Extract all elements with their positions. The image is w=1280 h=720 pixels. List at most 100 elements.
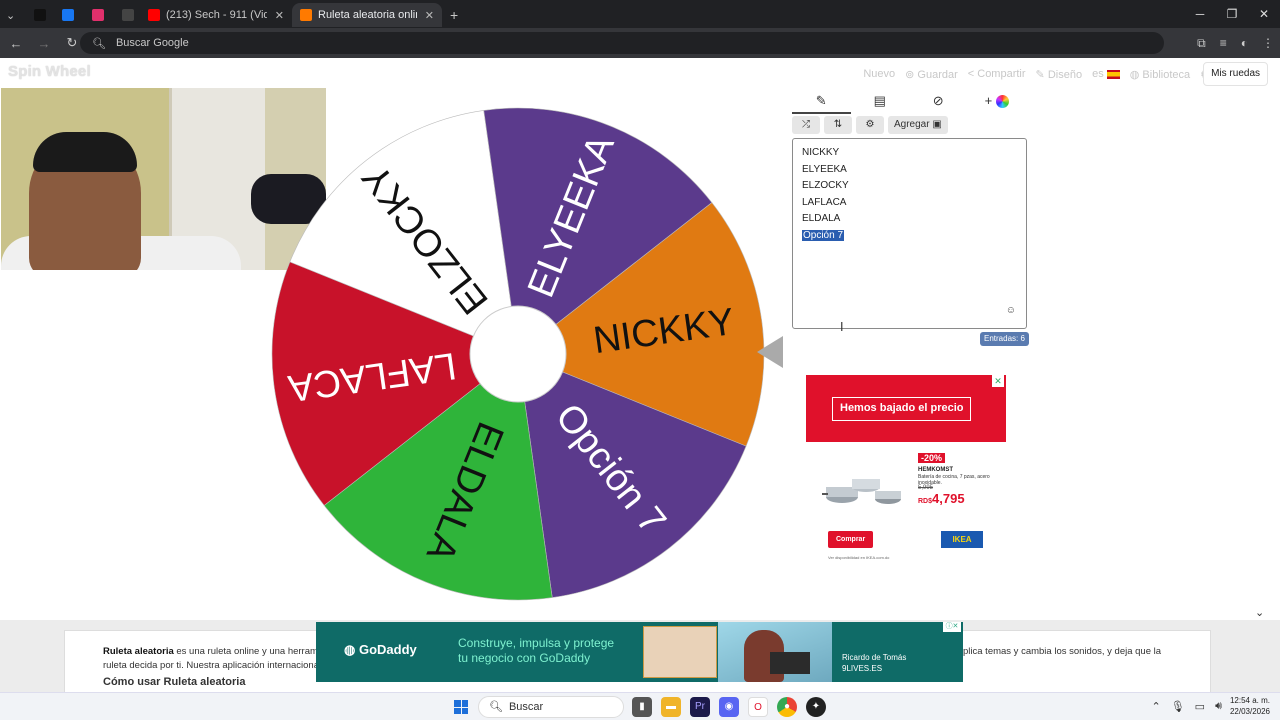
eye-off-icon[interactable]: ⊘ (909, 90, 968, 114)
godaddy-testimonial: Ricardo de Tomás 9LIVES.ES (842, 652, 906, 674)
discord-icon[interactable]: ◉ (719, 697, 739, 717)
nav-new-label: Nuevo (863, 68, 896, 80)
clipboard-icon[interactable]: ▤ (851, 90, 910, 114)
new-tab-button[interactable]: + (442, 3, 466, 27)
ad-fine-print: Ver disponibilidad en IKEA.com.do (828, 555, 890, 560)
browser-tab[interactable] (114, 3, 140, 27)
tab-close-icon[interactable]: ✕ (417, 9, 434, 22)
add-image-label: Agregar (894, 119, 930, 130)
nav-save[interactable]: ⊚ Guardar (905, 68, 958, 81)
entries-textarea[interactable]: NICKKY ELYEEKA ELZOCKY LAFLACA ELDALA Opción … (792, 138, 1027, 329)
godaddy-logo-text: GoDaddy (358, 642, 417, 657)
entry-line[interactable]: ELZOCKY (802, 178, 1017, 195)
opera-icon[interactable]: O (748, 697, 768, 717)
entry-line[interactable]: ELDALA (802, 211, 1017, 228)
profile-icon[interactable]: ◐ (1241, 36, 1248, 50)
emoji-icon[interactable]: ☺ (1006, 303, 1016, 320)
volume-icon[interactable]: 🔊︎ (1215, 700, 1222, 713)
godaddy-website-image (643, 626, 717, 678)
spain-flag-icon (1106, 69, 1120, 79)
chrome-icon[interactable]: ● (777, 697, 797, 717)
add-color-icon[interactable]: + (968, 90, 1027, 114)
tab-list-button[interactable]: ⌄ (0, 3, 26, 27)
nav-share-label: Compartir (977, 68, 1026, 80)
entry-text: LAFLACA (802, 196, 847, 208)
editor-tools: ⤮ ⇅ ⚙ Agregar ▣ (792, 116, 948, 134)
testimonial-company: 9LIVES.ES (842, 664, 883, 673)
tiktok-icon (34, 9, 46, 21)
add-image-button[interactable]: Agregar ▣ (888, 116, 948, 134)
premiere-icon[interactable]: Pr (690, 697, 710, 717)
file-icon[interactable]: ▮ (632, 697, 652, 717)
instagram-icon (92, 9, 104, 21)
nav-library[interactable]: ◍ Biblioteca (1130, 68, 1190, 81)
browser-tab-bar: ⌄ (213) Sech - 911 (Video Oficial)✕Rulet… (0, 0, 1280, 28)
window-controls: ─ ❐ ✕ (1184, 0, 1280, 28)
app-icon[interactable]: ✦ (806, 697, 826, 717)
clock-date: 22/03/2026 (1229, 707, 1270, 716)
browser-tab[interactable]: (213) Sech - 911 (Video Oficial)✕ (140, 3, 292, 27)
close-icon[interactable]: ✕ (1248, 0, 1280, 28)
site-logo[interactable]: Spin Wheel (8, 63, 91, 80)
folder-icon[interactable]: ▬ (661, 697, 681, 717)
entry-line[interactable]: NICKKY (802, 145, 1017, 162)
my-wheels-button[interactable]: Mis ruedas (1203, 62, 1268, 86)
ad-headline[interactable]: Hemos bajado el precio (832, 397, 972, 421)
ad-close-icon[interactable]: ⓘ✕ (943, 622, 961, 632)
microphone-icon[interactable]: 🎙︎ (1171, 700, 1185, 713)
browser-tab[interactable] (84, 3, 114, 27)
page-content: Spin Wheel Nuevo ⊚ Guardar < Compartir ✎… (0, 58, 1280, 692)
godaddy-ad[interactable]: ◍ GoDaddy Construye, impulsa y protege t… (316, 622, 963, 682)
browser-tab[interactable] (26, 3, 54, 27)
sort-button[interactable]: ⇅ (824, 116, 852, 134)
settings-button[interactable]: ⚙ (856, 116, 884, 134)
browser-tab[interactable]: Ruleta aleatoria online – ruleta✕ (292, 3, 442, 27)
tab-close-icon[interactable]: ✕ (267, 9, 284, 22)
nav-design[interactable]: ✎ Diseño (1036, 68, 1083, 81)
new-price-value: 4,795 (932, 491, 965, 506)
pencil-icon[interactable]: ✎ (792, 90, 851, 114)
menu-icon[interactable]: ⋮ (1262, 36, 1274, 50)
nav-new[interactable]: Nuevo (863, 68, 895, 81)
nav-language[interactable]: es (1092, 68, 1120, 81)
footer-title: Ruleta aleatoria (103, 646, 174, 657)
footer-text: es una ruleta online y una herramie (173, 646, 326, 657)
entry-line[interactable]: Opción 7 (802, 228, 1017, 245)
forward-icon[interactable]: → (32, 36, 56, 51)
reading-list-icon[interactable]: ≡ (1220, 36, 1227, 50)
cookware-image (822, 479, 901, 504)
chevron-down-icon[interactable]: ⌄ (1255, 606, 1264, 619)
nav-share[interactable]: < Compartir (968, 68, 1026, 81)
entries-count-badge: Entradas: 6 (980, 332, 1029, 346)
ad-close-icon[interactable]: ✕ (992, 375, 1004, 387)
footer-text-right: plica temas y cambia los sonidos, y deja… (963, 646, 1162, 657)
entry-line[interactable]: LAFLACA (802, 195, 1017, 212)
tab-title: Ruleta aleatoria online – ruleta (318, 9, 417, 21)
address-bar[interactable]: 🔍︎ Buscar Google (80, 32, 1164, 54)
spin-wheel[interactable]: NICKKYOpción 7ELDALALAFLACAELZOCKY ELYEEK… (270, 106, 766, 602)
taskbar-clock[interactable]: 12:54 a. m. 22/03/2026 (1230, 695, 1270, 717)
ikea-ad[interactable]: Hemos bajado el precio ✕ -20% HEMKOMST B… (806, 375, 1006, 573)
windows-start-icon[interactable] (454, 700, 468, 714)
extensions-icon[interactable]: ⧉ (1197, 36, 1206, 51)
entry-text: ELDALA (802, 213, 841, 225)
restore-icon[interactable]: ❐ (1216, 0, 1248, 28)
entry-line[interactable]: ELYEEKA (802, 162, 1017, 179)
back-icon[interactable]: ← (4, 36, 28, 51)
godaddy-person-image (718, 622, 832, 682)
ad-header: Hemos bajado el precio ✕ (806, 375, 1006, 442)
shuffle-button[interactable]: ⤮ (792, 116, 820, 134)
buy-button[interactable]: Comprar (828, 531, 874, 548)
minimize-icon[interactable]: ─ (1184, 0, 1216, 28)
network-icon[interactable]: ▭ (1195, 700, 1205, 713)
taskbar-search-label: Buscar (508, 701, 544, 713)
wheel-center[interactable] (469, 305, 567, 403)
browser-tab[interactable] (54, 3, 84, 27)
save-icon: ⊚ (905, 69, 918, 81)
new-price: RD$4,795 (918, 491, 965, 506)
chevron-up-icon[interactable]: ⌃ (1151, 700, 1160, 713)
ikea-logo: IKEA (941, 531, 983, 548)
taskbar-search[interactable]: 🔍︎ Buscar (478, 696, 624, 718)
toolbar-actions: ⧉ ≡ ◐ ⋮ (1197, 28, 1274, 58)
system-tray: ⌃ 🎙︎ ▭ 🔊︎ (1151, 700, 1222, 713)
